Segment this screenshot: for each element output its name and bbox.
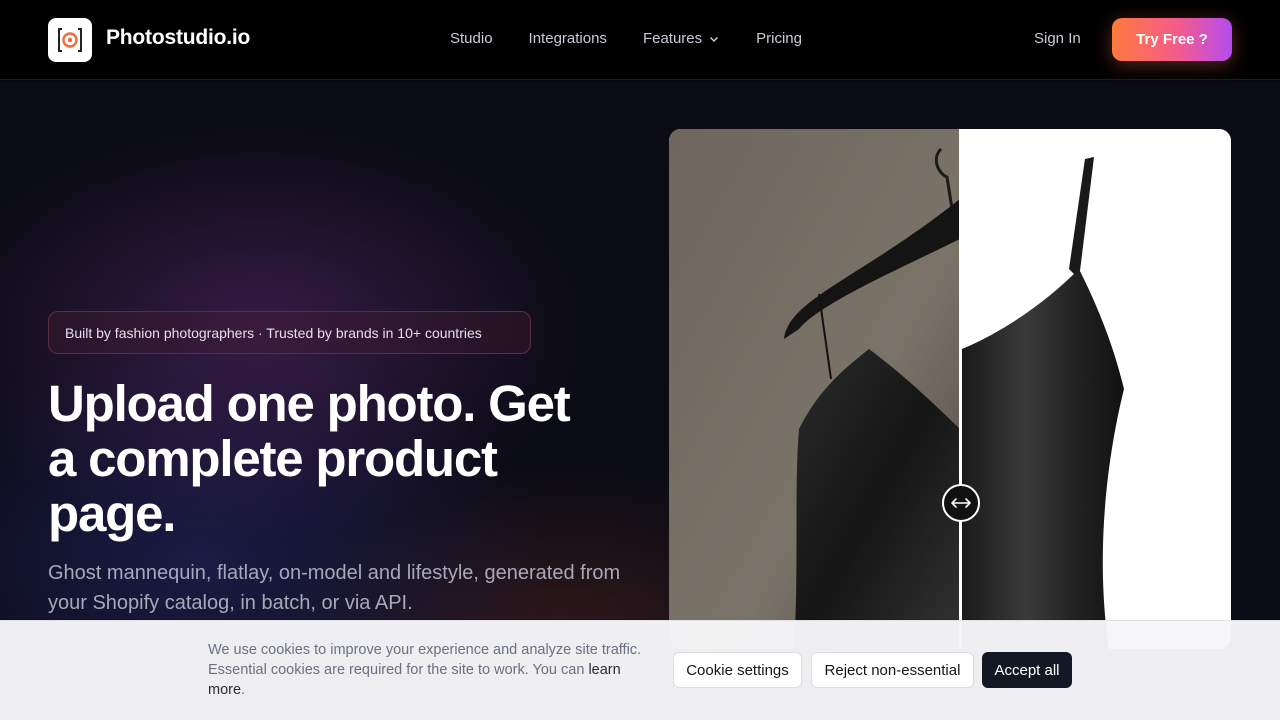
accept-all-button[interactable]: Accept all [982, 652, 1072, 688]
hero-headline: Upload one photo. Get a complete product… [48, 375, 571, 542]
trust-badge-text: Built by fashion photographers · Trusted… [65, 324, 482, 341]
before-after-compare[interactable] [669, 129, 1231, 649]
sign-in-link[interactable]: Sign In [1034, 30, 1081, 47]
try-free-button[interactable]: Try Free ? [1112, 18, 1232, 61]
nav-link-studio[interactable]: Studio [450, 30, 493, 47]
cookie-message-end: . [241, 682, 246, 698]
nav-link-features-label: Features [642, 30, 703, 47]
cookie-message: We use cookies to improve your experienc… [208, 640, 653, 700]
brand-name[interactable]: Photostudio.io [106, 26, 250, 50]
nav-link-integrations[interactable]: Integrations [529, 30, 607, 47]
trust-badge: Built by fashion photographers · Trusted… [48, 311, 531, 354]
arrows-horizontal-icon [951, 498, 971, 508]
chevron-down-icon [710, 36, 719, 42]
cookie-message-text: We use cookies to improve your experienc… [208, 642, 642, 678]
compare-image [669, 129, 1231, 649]
nav-link-features[interactable]: Features [643, 30, 720, 47]
compare-drag-handle[interactable] [942, 484, 980, 522]
logo-icon[interactable] [48, 18, 92, 62]
nav-link-pricing[interactable]: Pricing [756, 30, 802, 47]
cookie-settings-button[interactable]: Cookie settings [673, 652, 802, 688]
main-nav: Studio Integrations Features Pricing [450, 30, 838, 47]
top-navbar: Photostudio.io Studio Integrations Featu… [0, 0, 1280, 80]
reject-non-essential-button[interactable]: Reject non-essential [811, 652, 974, 688]
hero-subhead: Ghost mannequin, flatlay, on-model and l… [48, 562, 621, 614]
